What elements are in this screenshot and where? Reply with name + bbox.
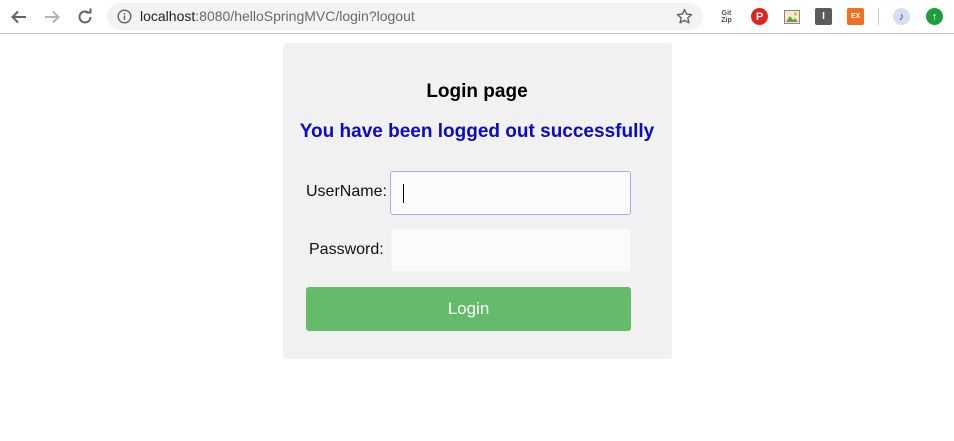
logout-message: You have been logged out successfully	[299, 121, 655, 142]
address-bar[interactable]: localhost:8080/helloSpringMVC/login?logo…	[107, 3, 703, 30]
image-extension-icon[interactable]	[783, 8, 800, 25]
site-info-icon[interactable]	[117, 9, 132, 24]
back-arrow-icon	[11, 10, 26, 24]
update-extension-icon[interactable]: ↑	[926, 8, 943, 25]
instapaper-label: I	[822, 11, 825, 22]
forward-button[interactable]	[40, 5, 64, 29]
url-text[interactable]: localhost:8080/helloSpringMVC/login?logo…	[140, 8, 415, 25]
username-input[interactable]	[390, 171, 631, 215]
url-path: :8080/helloSpringMVC/login?logout	[195, 8, 415, 24]
extension-divider	[878, 8, 879, 25]
music-label: ♪	[898, 10, 905, 23]
forward-arrow-icon	[45, 10, 60, 24]
password-input[interactable]	[391, 229, 631, 272]
music-extension-icon[interactable]: ♪	[893, 8, 910, 25]
text-cursor	[403, 184, 404, 203]
gitzip-label: Git Zip	[721, 9, 732, 24]
url-host: localhost	[140, 8, 196, 24]
update-label: ↑	[931, 10, 938, 23]
reload-icon	[78, 8, 92, 24]
picture-icon	[783, 9, 800, 24]
password-label: Password:	[309, 241, 384, 258]
page-title: Login page	[426, 81, 528, 102]
login-button[interactable]: Login	[306, 287, 631, 331]
bookmark-star-icon[interactable]	[676, 8, 693, 25]
ex-label: EX	[850, 13, 861, 20]
browser-toolbar: localhost:8080/helloSpringMVC/login?logo…	[0, 0, 954, 34]
pinterest-extension-icon[interactable]: P	[751, 8, 768, 25]
username-label: UserName:	[306, 183, 387, 200]
pinterest-label: P	[755, 10, 764, 23]
gitzip-extension-icon[interactable]: Git Zip	[718, 8, 735, 25]
back-button[interactable]	[7, 5, 31, 29]
instapaper-extension-icon[interactable]: I	[815, 8, 832, 25]
ex-extension-icon[interactable]: EX	[847, 8, 864, 25]
reload-button[interactable]	[73, 5, 97, 29]
